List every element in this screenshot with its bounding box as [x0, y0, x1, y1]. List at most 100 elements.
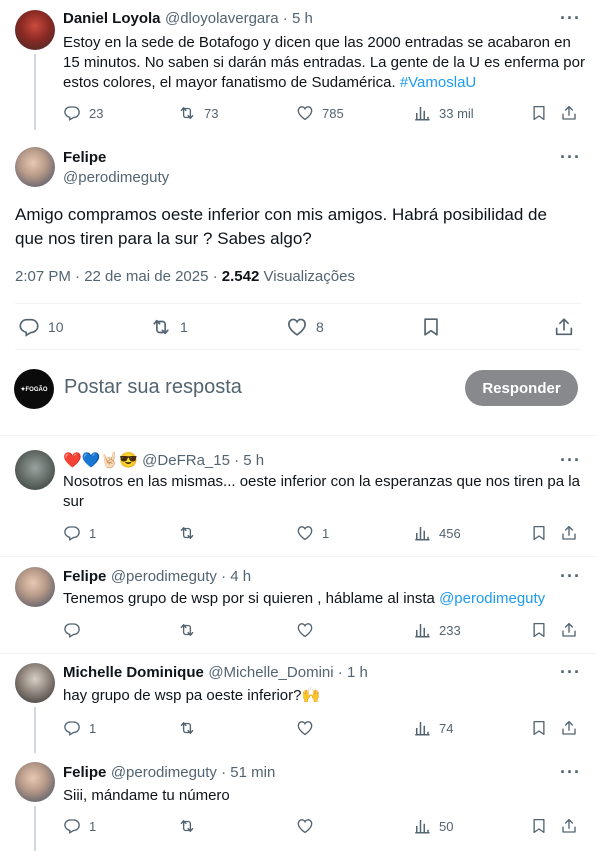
author-handle[interactable]: @DeFRa_15 [142, 452, 230, 469]
views-button[interactable]: 50 [413, 817, 453, 835]
repost-icon [178, 524, 196, 542]
bookmark-button[interactable] [530, 817, 548, 835]
reply-button[interactable]: 23 [63, 104, 103, 122]
timestamp[interactable]: 5 h [243, 452, 264, 469]
author-name[interactable]: Michelle Dominique [63, 664, 204, 681]
repost-button[interactable]: 1 [150, 316, 188, 338]
repost-button[interactable] [178, 524, 196, 542]
hashtag-link[interactable]: #VamoslaU [400, 74, 476, 91]
repost-button[interactable] [178, 621, 196, 639]
like-button[interactable]: 1 [296, 524, 329, 542]
share-button[interactable] [560, 621, 578, 639]
tweet-text: Nosotros en las mismas... oeste inferior… [63, 473, 580, 510]
bookmark-icon [530, 719, 548, 737]
like-icon [286, 316, 308, 338]
author-handle[interactable]: @Michelle_Domini [208, 664, 333, 681]
repost-button[interactable] [178, 817, 196, 835]
author-name[interactable]: Felipe [63, 149, 106, 166]
reply-button[interactable]: 10 [18, 316, 64, 338]
reply-icon [63, 719, 81, 737]
repost-count: 73 [204, 105, 219, 121]
share-button[interactable] [560, 817, 578, 835]
author-handle[interactable]: @perodimeguty [111, 568, 217, 585]
bookmark-button[interactable] [530, 621, 548, 639]
reply-button[interactable]: Responder [465, 370, 578, 406]
timestamp[interactable]: 5 h [292, 10, 313, 27]
views-count: 233 [439, 622, 461, 638]
thread-line [34, 707, 36, 753]
share-button[interactable] [553, 316, 575, 338]
views-button[interactable]: 74 [413, 719, 453, 737]
share-icon [553, 316, 575, 338]
more-icon[interactable]: ··· [560, 662, 581, 683]
reply-button[interactable] [63, 621, 81, 639]
reply-button[interactable]: 1 [63, 817, 96, 835]
avatar[interactable] [15, 147, 55, 187]
like-count: 1 [322, 525, 330, 541]
tweet-body: Tenemos grupo de wsp por si quieren , há… [63, 590, 440, 607]
avatar[interactable] [15, 663, 55, 703]
repost-button[interactable] [178, 719, 196, 737]
tweet-date[interactable]: 2:07 PM · 22 de mai de 2025 · [15, 268, 222, 285]
like-button[interactable]: 8 [286, 316, 324, 338]
avatar[interactable] [15, 10, 55, 50]
like-icon [296, 817, 314, 835]
avatar[interactable] [15, 762, 55, 802]
more-icon[interactable]: ··· [560, 762, 581, 783]
repost-icon [178, 621, 196, 639]
bookmark-button[interactable] [530, 104, 548, 122]
like-icon [296, 524, 314, 542]
share-button[interactable] [560, 524, 578, 542]
author-name[interactable]: Daniel Loyola [63, 10, 161, 27]
more-icon[interactable]: ··· [560, 566, 581, 587]
bookmark-button[interactable] [530, 524, 548, 542]
timestamp[interactable]: 4 h [230, 568, 251, 585]
tweet-text: Estoy en la sede de Botafogo y dicen que… [63, 33, 585, 93]
like-button[interactable]: 785 [296, 104, 344, 122]
views-button[interactable]: 33 mil [413, 104, 474, 122]
share-icon [560, 621, 578, 639]
more-icon[interactable]: ··· [560, 450, 581, 471]
repost-icon [178, 817, 196, 835]
share-button[interactable] [560, 104, 578, 122]
reply-icon [63, 524, 81, 542]
author-name[interactable]: Felipe [63, 764, 106, 781]
tweet-text: Siii, mándame tu número [63, 787, 230, 804]
author-name[interactable]: Felipe [63, 568, 106, 585]
views-button[interactable]: 456 [413, 524, 461, 542]
author-name[interactable]: ❤️💙🤘🏻😎 [63, 452, 138, 469]
reply-count: 1 [89, 720, 97, 736]
views-label: Visualizações [259, 268, 355, 285]
mention-link[interactable]: @perodimeguty [439, 590, 545, 607]
like-button[interactable] [296, 817, 314, 835]
separator: · [333, 664, 347, 681]
repost-icon [178, 104, 196, 122]
divider [15, 349, 581, 350]
views-button[interactable]: 233 [413, 621, 461, 639]
reply-count: 10 [48, 319, 64, 335]
like-button[interactable] [296, 621, 314, 639]
more-icon[interactable]: ··· [560, 8, 581, 29]
like-button[interactable] [296, 719, 314, 737]
reply-input[interactable]: Postar sua resposta [64, 376, 242, 399]
author-handle[interactable]: @dloyolavergara [165, 10, 279, 27]
timestamp[interactable]: 51 min [230, 764, 275, 781]
share-button[interactable] [560, 719, 578, 737]
more-icon[interactable]: ··· [560, 147, 581, 168]
author-handle[interactable]: @perodimeguty [111, 764, 217, 781]
bookmark-button[interactable] [420, 316, 442, 338]
author-handle[interactable]: @perodimeguty [63, 169, 169, 186]
views-count: 456 [439, 525, 461, 541]
bookmark-button[interactable] [530, 719, 548, 737]
repost-button[interactable]: 73 [178, 104, 218, 122]
reply-button[interactable]: 1 [63, 524, 96, 542]
avatar[interactable]: ✦FOGÃO [14, 369, 54, 409]
tweet-actions: 10 1 8 [18, 316, 578, 338]
reply-button[interactable]: 1 [63, 719, 96, 737]
share-icon [560, 104, 578, 122]
avatar[interactable] [15, 450, 55, 490]
avatar[interactable] [15, 567, 55, 607]
timestamp[interactable]: 1 h [347, 664, 368, 681]
views-icon [413, 104, 431, 122]
separator: · [216, 568, 231, 585]
